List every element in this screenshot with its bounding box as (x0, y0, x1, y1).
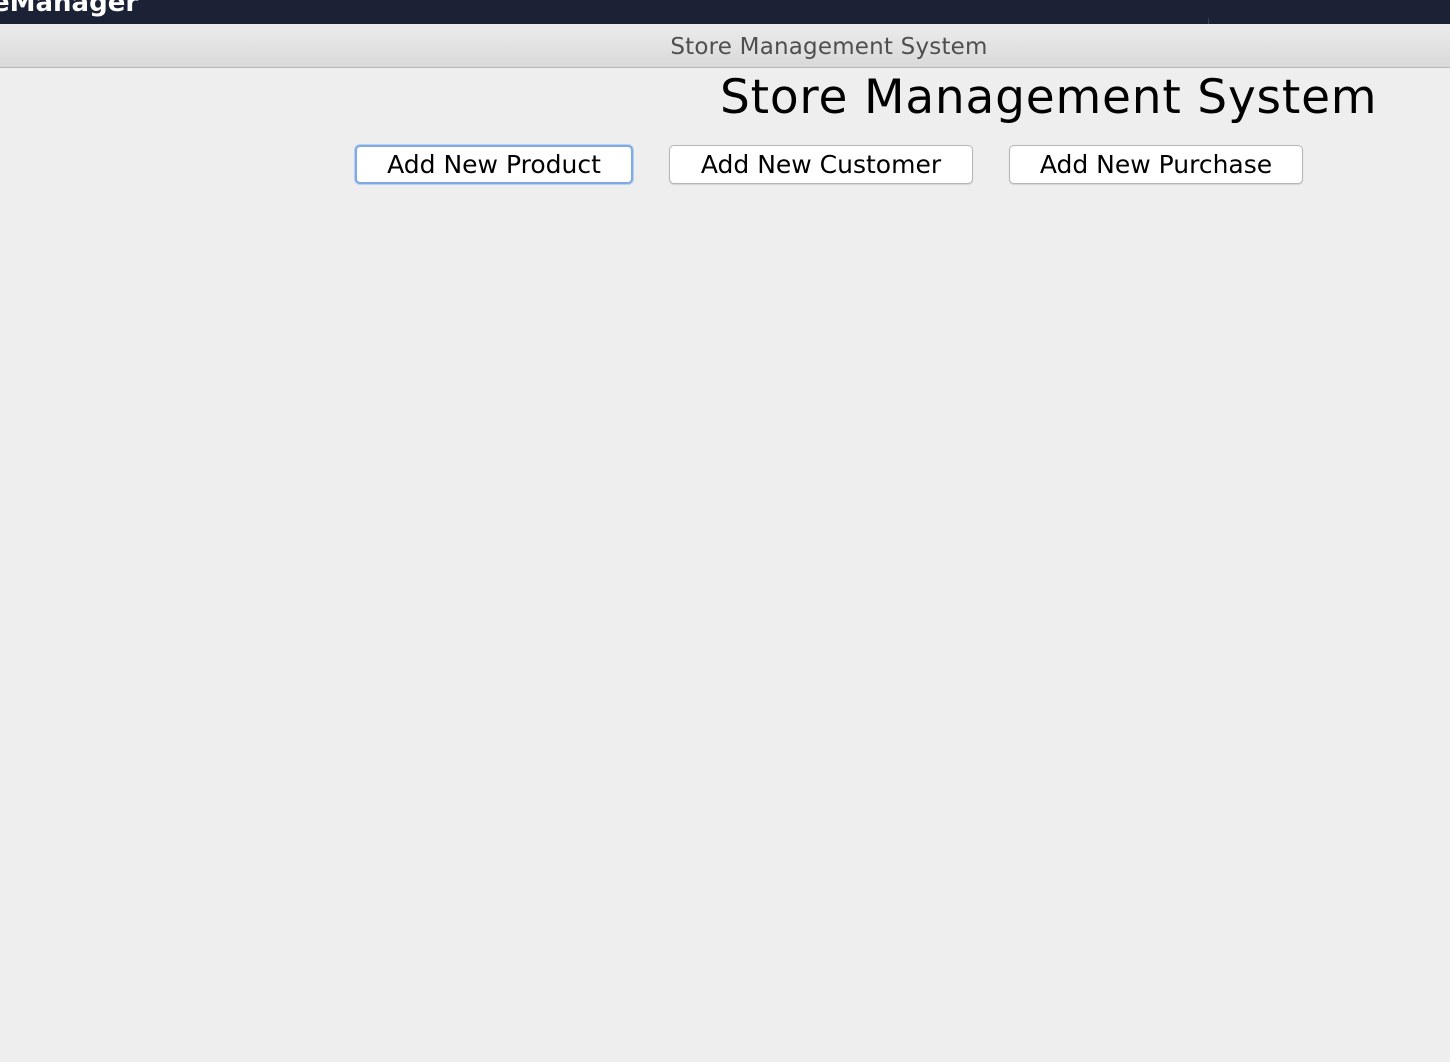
add-new-purchase-button[interactable]: Add New Purchase (1009, 145, 1303, 184)
add-new-product-button[interactable]: Add New Product (355, 145, 633, 184)
page-heading: Store Management System (720, 70, 1378, 125)
window-title: Store Management System (670, 34, 988, 60)
window-title-bar[interactable]: Store Management System (0, 24, 1450, 68)
main-panel: Store Management System Add New Product … (0, 68, 1450, 1062)
menu-bar: eManager (0, 0, 1450, 24)
app-name-menu[interactable]: eManager (0, 0, 138, 18)
add-new-customer-button[interactable]: Add New Customer (669, 145, 973, 184)
